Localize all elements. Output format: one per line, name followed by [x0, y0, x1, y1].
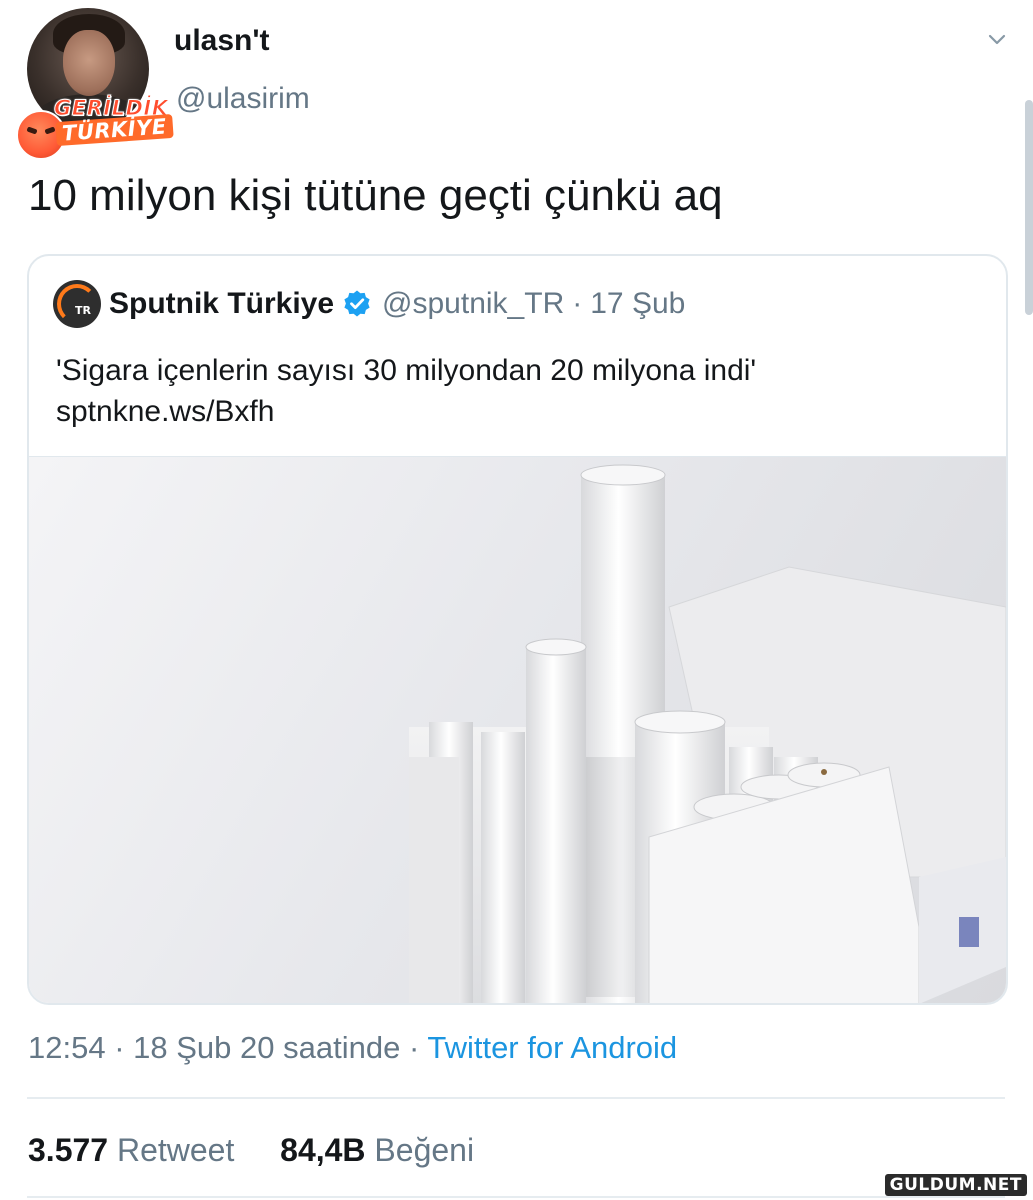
verified-badge-icon [344, 290, 370, 317]
meta-separator: · [114, 1030, 125, 1065]
divider [27, 1097, 1005, 1099]
scrollbar[interactable] [1025, 100, 1033, 315]
cigarettes-photo[interactable] [29, 456, 1006, 1003]
quoted-tweet-text: 'Sigara içenlerin sayısı 30 milyondan 20… [56, 350, 756, 432]
likes-stat[interactable]: 84,4B Beğeni [280, 1132, 474, 1168]
tweet-stats: 3.577 Retweet 84,4B Beğeni [28, 1132, 474, 1169]
tweet-meta: 12:54 · 18 Şub 20 saatinde · Twitter for… [28, 1030, 677, 1066]
likes-label: Beğeni [374, 1132, 475, 1168]
quoted-tweet-header: TR Sputnik Türkiye @sputnik_TR · 17 Şub [53, 280, 685, 328]
quoted-tweet-date[interactable]: 17 Şub [590, 287, 685, 321]
author-display-name[interactable]: ulasn't [174, 24, 269, 58]
meta-separator: · [408, 1030, 420, 1065]
quoted-tweet-card[interactable]: TR Sputnik Türkiye @sputnik_TR · 17 Şub … [27, 254, 1008, 1005]
retweets-stat[interactable]: 3.577 Retweet [28, 1132, 243, 1168]
cigarettes-photo-illustration [409, 464, 1006, 1003]
quoted-author-name[interactable]: Sputnik Türkiye [109, 287, 334, 321]
quoted-author-handle[interactable]: @sputnik_TR [382, 287, 564, 321]
quoted-tweet-link[interactable]: sptnkne.ws/Bxfh [56, 391, 756, 432]
chevron-down-icon[interactable] [987, 30, 1007, 50]
tweet-source-link[interactable]: Twitter for Android [427, 1030, 677, 1065]
retweets-count: 3.577 [28, 1132, 109, 1168]
likes-count: 84,4B [280, 1132, 366, 1168]
tweet-text: 10 milyon kişi tütüne geçti çünkü aq [28, 171, 723, 220]
separator-dot: · [572, 287, 583, 320]
quoted-tweet-text-line1: 'Sigara içenlerin sayısı 30 milyondan 20… [56, 354, 757, 387]
watermark-logo: GULDUM.NET [884, 1174, 1027, 1196]
avatar-badge-sticker: GERİLDİK TÜRKİYE [12, 96, 180, 160]
sputnik-avatar-label: TR [75, 304, 91, 317]
divider [27, 1196, 1005, 1198]
author-handle[interactable]: @ulasirim [176, 82, 310, 116]
tweet-time[interactable]: 12:54 [28, 1030, 106, 1065]
sputnik-avatar[interactable]: TR [53, 280, 101, 328]
tweet-date[interactable]: 18 Şub 20 saatinde [133, 1030, 400, 1065]
retweets-label: Retweet [116, 1132, 235, 1168]
